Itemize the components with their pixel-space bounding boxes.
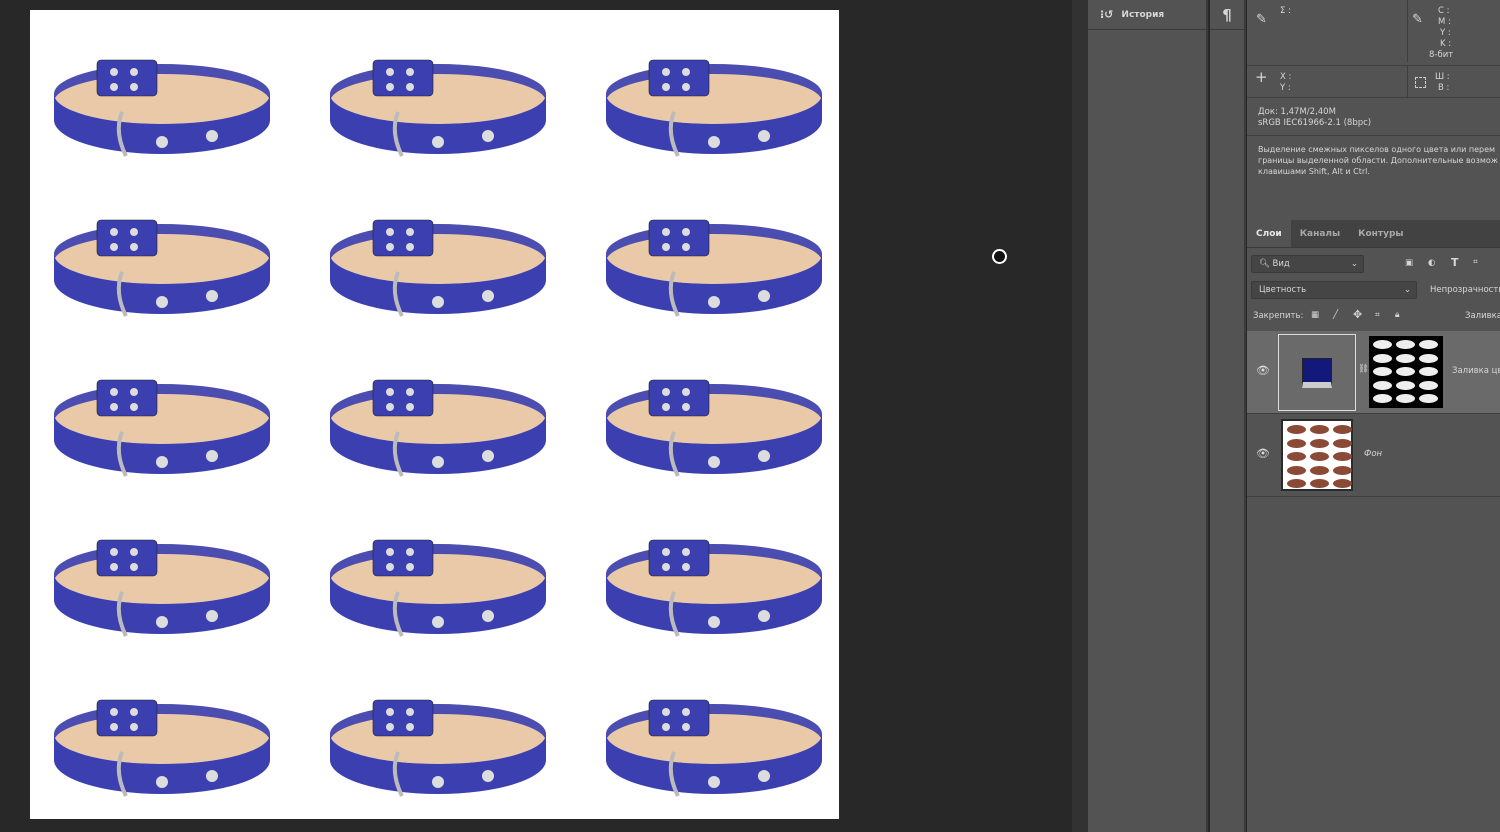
thumb-collar [1287,425,1306,434]
thumb-collar [1373,367,1392,376]
layer-filter-select[interactable]: 🔍︎ Вид ⌄ [1251,255,1364,273]
selection-size-icon [1415,77,1426,88]
doc-info: Док: 1,47M/2,40M sRGB IEC61966-2.1 (8bpc… [1247,98,1500,136]
info-color-readout: ✎ Σ : ✎ C : M : Y : K : 8-бит [1247,0,1500,66]
tab-paths[interactable]: Контуры [1349,220,1412,247]
thumb-collar [1310,465,1329,475]
collar-image [594,512,834,652]
thumb-collar [1419,394,1438,403]
collar-image [42,512,282,652]
eyedropper-icon: ✎ [1256,12,1267,27]
lock-artboard-icon[interactable]: ⌗ [1375,310,1380,321]
fill-layer-thumbnail [1278,334,1356,411]
thumb-collar [1310,452,1329,461]
thumb-collar [1373,353,1392,363]
lock-move-icon[interactable]: ✥ [1353,309,1362,320]
background-layer-thumbnail [1281,419,1353,491]
lock-brush-icon[interactable]: ╱ [1333,310,1338,321]
layer-mask-thumbnail [1369,336,1443,408]
document-canvas[interactable] [30,10,839,819]
thumb-collar [1396,367,1415,376]
panel-dock-collapsed [1072,0,1088,832]
eyedropper-cmyk-icon: ✎ [1412,12,1423,27]
collar-image [42,352,282,492]
thumb-collar [1373,340,1392,349]
thumb-collar [1287,452,1306,461]
info-position-readout: + X : Y : Ш : В : [1247,66,1500,98]
collar-image [594,32,834,172]
lock-all-icon[interactable]: 🔒︎ [1395,310,1400,321]
adjustment-filter-icon[interactable]: ◐ [1428,258,1435,269]
thumb-collar [1333,425,1352,434]
collar-image [318,672,558,812]
crosshair-icon: + [1255,68,1268,86]
thumb-collar [1419,367,1438,376]
shape-filter-icon[interactable]: ⌗ [1473,257,1478,268]
collar-image [42,32,282,172]
collar-image [318,512,558,652]
layer-row-background[interactable]: 👁︎ Фон [1247,414,1500,497]
thumb-collar [1287,479,1306,488]
thumb-collar [1310,438,1329,448]
thumb-collar [1373,380,1392,390]
thumb-collar [1419,340,1438,349]
history-panel: ⁝↺ История [1088,0,1208,832]
collar-image [42,672,282,812]
thumb-collar [1333,438,1352,448]
thumb-collar [1373,394,1392,403]
thumb-collar [1287,465,1306,475]
collar-image [318,192,558,332]
tab-layers[interactable]: Слои [1247,220,1291,247]
link-icon[interactable]: ⛓ [1358,364,1369,375]
type-filter-icon[interactable]: T [1451,257,1459,268]
tab-channels[interactable]: Каналы [1291,220,1349,247]
tool-hint: Выделение смежных пикселов одного цвета … [1258,145,1498,176]
collar-image [318,32,558,172]
eye-icon[interactable]: 👁︎ [1256,447,1270,460]
thumb-collar [1333,452,1352,461]
chevron-down-icon: ⌄ [1350,259,1358,269]
thumb-collar [1396,380,1415,390]
history-icon: ⁝↺ [1100,8,1114,21]
thumb-collar [1419,353,1438,363]
image-filter-icon[interactable]: ▣ [1405,258,1413,269]
thumb-collar [1396,340,1415,349]
blend-mode-select[interactable]: Цветность ⌄ [1251,281,1417,299]
thumb-collar [1419,380,1438,390]
eye-icon[interactable]: 👁︎ [1256,364,1270,377]
history-tab[interactable]: ⁝↺ История [1088,0,1206,30]
thumb-collar [1287,438,1306,448]
thumb-collar [1396,353,1415,363]
layers-tabs: Слои Каналы Контуры [1247,220,1500,248]
collar-image [594,192,834,332]
collar-image [594,672,834,812]
collar-image [318,352,558,492]
paragraph-icon[interactable]: ¶ [1210,0,1244,30]
collar-image [594,352,834,492]
right-panels: ✎ Σ : ✎ C : M : Y : K : 8-бит + X : Y : … [1247,0,1500,832]
thumb-collar [1310,479,1329,488]
not-allowed-cursor-icon [992,249,1007,264]
paragraph-panel: ¶ [1210,0,1246,832]
chevron-down-icon: ⌄ [1403,285,1411,295]
thumb-collar [1333,465,1352,475]
lock-transparency-icon[interactable]: ▦ [1311,310,1319,321]
thumb-collar [1310,425,1329,434]
thumb-collar [1396,394,1415,403]
collar-image [42,192,282,332]
layer-row-fill[interactable]: 👁︎ ⛓ Заливка цв [1247,331,1500,414]
thumb-collar [1333,479,1352,488]
